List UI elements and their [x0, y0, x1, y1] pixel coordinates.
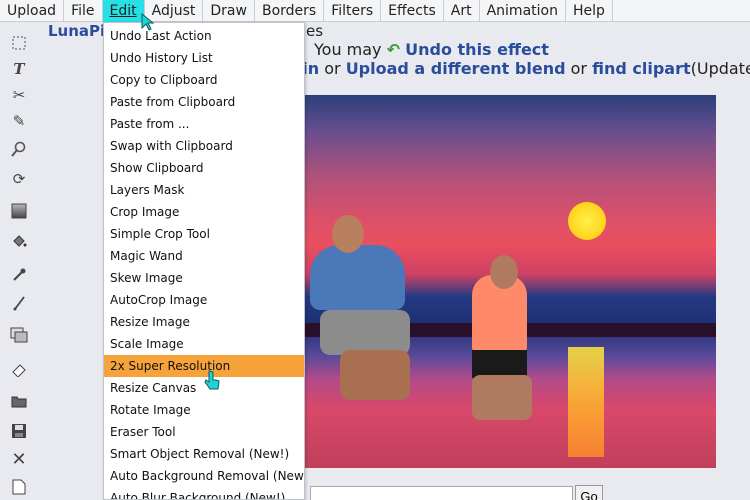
menu-item-layers-mask[interactable]: Layers Mask	[104, 179, 304, 201]
sun	[568, 202, 606, 240]
paint-bucket-icon[interactable]	[9, 231, 29, 251]
menu-borders[interactable]: Borders	[255, 0, 325, 22]
selection-icon[interactable]	[9, 33, 29, 53]
rotate-icon[interactable]: ⟳	[9, 169, 29, 189]
save-icon[interactable]	[9, 421, 29, 441]
brush-icon[interactable]	[9, 293, 29, 313]
menu-animation[interactable]: Animation	[480, 0, 566, 22]
menu-edit[interactable]: Edit	[102, 0, 145, 22]
menu-art[interactable]: Art	[444, 0, 480, 22]
menu-help[interactable]: Help	[566, 0, 613, 22]
options-message: gain or Upload a different blend or find…	[280, 59, 750, 78]
person-1	[310, 245, 405, 310]
undo-effect-link[interactable]: Undo this effect	[405, 40, 549, 59]
undo-arrow-icon: ↶	[386, 40, 401, 59]
menu-item-magic-wand[interactable]: Magic Wand	[104, 245, 304, 267]
edited-image[interactable]	[300, 95, 716, 468]
eyedropper-icon[interactable]	[9, 265, 29, 285]
menu-item-autocrop-image[interactable]: AutoCrop Image	[104, 289, 304, 311]
menu-item-undo-last-action[interactable]: Undo Last Action	[104, 25, 304, 47]
menu-bar: Upload File Edit Adjust Draw Borders Fil…	[0, 0, 750, 22]
menu-item-auto-background-removal[interactable]: Auto Background Removal (New!)	[104, 465, 304, 487]
or-text-2: or	[570, 59, 587, 78]
layers-icon[interactable]	[9, 325, 29, 345]
menu-filters[interactable]: Filters	[324, 0, 382, 22]
open-folder-icon[interactable]	[9, 391, 29, 411]
person-2-legs	[472, 375, 532, 420]
menu-item-show-clipboard[interactable]: Show Clipboard	[104, 157, 304, 179]
updated-text: (Updated!).	[690, 59, 750, 78]
person-1-shorts	[320, 310, 410, 355]
menu-item-eraser-tool[interactable]: Eraser Tool	[104, 421, 304, 443]
go-button[interactable]: Go	[575, 485, 603, 500]
menu-item-copy-to-clipboard[interactable]: Copy to Clipboard	[104, 69, 304, 91]
find-clipart-link[interactable]: find clipart	[592, 59, 691, 78]
gradient-icon[interactable]	[9, 201, 29, 221]
menu-item-undo-history-list[interactable]: Undo History List	[104, 47, 304, 69]
text-icon[interactable]: T	[9, 59, 29, 79]
eraser-icon[interactable]	[9, 359, 29, 379]
upload-different-blend-link[interactable]: Upload a different blend	[346, 59, 566, 78]
menu-item-skew-image[interactable]: Skew Image	[104, 267, 304, 289]
undo-prefix: You may	[314, 40, 382, 59]
arrow-cursor-icon	[141, 12, 155, 36]
url-input[interactable]	[310, 486, 573, 500]
menu-item-smart-object-removal[interactable]: Smart Object Removal (New!)	[104, 443, 304, 465]
new-file-icon[interactable]	[9, 477, 29, 497]
menu-draw[interactable]: Draw	[203, 0, 255, 22]
person-2-shorts	[472, 350, 527, 378]
menu-item-auto-blur-background[interactable]: Auto Blur Background (New!)	[104, 487, 304, 499]
menu-item-paste-from[interactable]: Paste from ...	[104, 113, 304, 135]
left-toolbar: T ✂ ✎ ⟳ ✕	[0, 22, 38, 500]
zoom-icon[interactable]	[9, 139, 29, 159]
hand-cursor-icon	[203, 370, 221, 399]
title-suffix: es	[306, 22, 324, 40]
pencil-icon[interactable]: ✎	[9, 111, 29, 131]
scissors-icon[interactable]: ✂	[9, 85, 29, 105]
person-1-legs	[340, 350, 410, 400]
undo-message: You may ↶ Undo this effect	[314, 40, 549, 59]
close-icon[interactable]: ✕	[9, 449, 29, 470]
sun-reflection	[568, 347, 604, 457]
menu-item-scale-image[interactable]: Scale Image	[104, 333, 304, 355]
menu-upload[interactable]: Upload	[0, 0, 65, 22]
person-1-head	[332, 215, 364, 253]
menu-item-crop-image[interactable]: Crop Image	[104, 201, 304, 223]
menu-item-rotate-image[interactable]: Rotate Image	[104, 399, 304, 421]
menu-effects[interactable]: Effects	[381, 0, 444, 22]
edit-dropdown-menu: Undo Last Action Undo History List Copy …	[103, 22, 305, 500]
person-2-head	[490, 255, 518, 289]
or-text-1: or	[324, 59, 341, 78]
menu-item-simple-crop-tool[interactable]: Simple Crop Tool	[104, 223, 304, 245]
menu-item-resize-image[interactable]: Resize Image	[104, 311, 304, 333]
menu-file[interactable]: File	[64, 0, 103, 22]
menu-item-swap-with-clipboard[interactable]: Swap with Clipboard	[104, 135, 304, 157]
menu-item-paste-from-clipboard[interactable]: Paste from Clipboard	[104, 91, 304, 113]
